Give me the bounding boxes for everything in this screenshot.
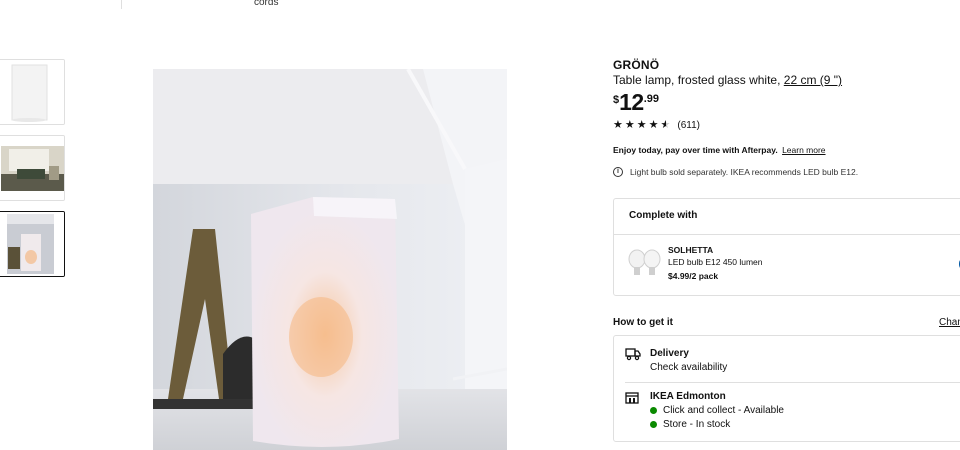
delivery-title[interactable]: Delivery bbox=[650, 348, 689, 359]
truck-icon bbox=[625, 348, 641, 361]
top-cords-text: cords bbox=[254, 0, 279, 8]
thumbnail-product-front[interactable] bbox=[0, 59, 65, 125]
thumbnail-lit-lamp[interactable] bbox=[0, 211, 65, 277]
star-icon: ★ bbox=[648, 119, 659, 131]
thumbnail-room-scene[interactable] bbox=[0, 135, 65, 201]
price-decimal: .99 bbox=[643, 93, 660, 105]
star-icon: ★ bbox=[624, 119, 635, 131]
product-price: $ 12 .99 bbox=[613, 90, 960, 114]
recommended-product-price: $4.99/2 pack bbox=[668, 271, 719, 281]
delivery-check-availability[interactable]: Check availability bbox=[650, 362, 727, 373]
lamp-photo bbox=[153, 69, 507, 450]
click-collect-text: Click and collect - Available bbox=[663, 405, 784, 416]
change-store-link[interactable]: Chan bbox=[939, 317, 960, 328]
price-integer: 12 bbox=[619, 89, 644, 115]
store-icon bbox=[625, 392, 639, 404]
store-stock-text: Store - In stock bbox=[663, 419, 731, 430]
store-stock-status: Store - In stock bbox=[650, 419, 730, 430]
click-collect-status: Click and collect - Available bbox=[650, 405, 784, 416]
how-to-get-it-title: How to get it bbox=[613, 317, 673, 328]
half-star-icon: ★ bbox=[660, 119, 671, 131]
store-name[interactable]: IKEA Edmonton bbox=[650, 391, 726, 402]
top-divider bbox=[121, 0, 122, 9]
fulfillment-panel: Delivery Check availability IKEA Edmonto… bbox=[613, 335, 960, 442]
info-icon: i bbox=[613, 167, 623, 177]
complete-with-title: Complete with bbox=[629, 210, 698, 221]
rating-count: (611) bbox=[677, 120, 700, 131]
fulfillment-divider bbox=[625, 382, 960, 383]
afterpay-text: Enjoy today, pay over time with Afterpay… bbox=[613, 145, 778, 155]
thumbnail-lamp-image bbox=[0, 60, 64, 124]
complete-with-panel: Complete with SOLHETTA LED bulb E12 450 … bbox=[613, 198, 960, 296]
bulb-note: i Light bulb sold separately. IKEA recom… bbox=[613, 167, 960, 177]
thumbnail-room-image bbox=[0, 136, 64, 200]
bulb-product-image[interactable] bbox=[627, 249, 663, 279]
thumbnail-lit-lamp-image bbox=[0, 212, 64, 276]
available-dot-icon bbox=[650, 407, 657, 414]
product-brand: GRÖNÖ bbox=[613, 58, 660, 72]
complete-with-divider bbox=[614, 234, 960, 235]
product-info: GRÖNÖ Table lamp, frosted glass white, 2… bbox=[613, 58, 960, 177]
main-product-image[interactable] bbox=[153, 69, 507, 450]
rating-stars: ★ ★ ★ ★ ★ bbox=[613, 120, 670, 131]
recommended-product-name[interactable]: SOLHETTA bbox=[668, 245, 713, 255]
product-description-text: Table lamp, frosted glass white, bbox=[613, 73, 781, 87]
in-stock-dot-icon bbox=[650, 421, 657, 428]
afterpay-banner: Enjoy today, pay over time with Afterpay… bbox=[613, 145, 960, 155]
bulb-note-text: Light bulb sold separately. IKEA recomme… bbox=[630, 167, 859, 177]
learn-more-link[interactable]: Learn more bbox=[782, 145, 825, 155]
product-rating[interactable]: ★ ★ ★ ★ ★ (611) bbox=[613, 120, 960, 132]
recommended-product-description: LED bulb E12 450 lumen bbox=[668, 257, 763, 267]
product-description: Table lamp, frosted glass white, 22 cm (… bbox=[613, 73, 960, 87]
star-icon: ★ bbox=[613, 119, 623, 131]
product-size-link[interactable]: 22 cm (9 ") bbox=[784, 73, 842, 87]
star-icon: ★ bbox=[636, 119, 647, 131]
